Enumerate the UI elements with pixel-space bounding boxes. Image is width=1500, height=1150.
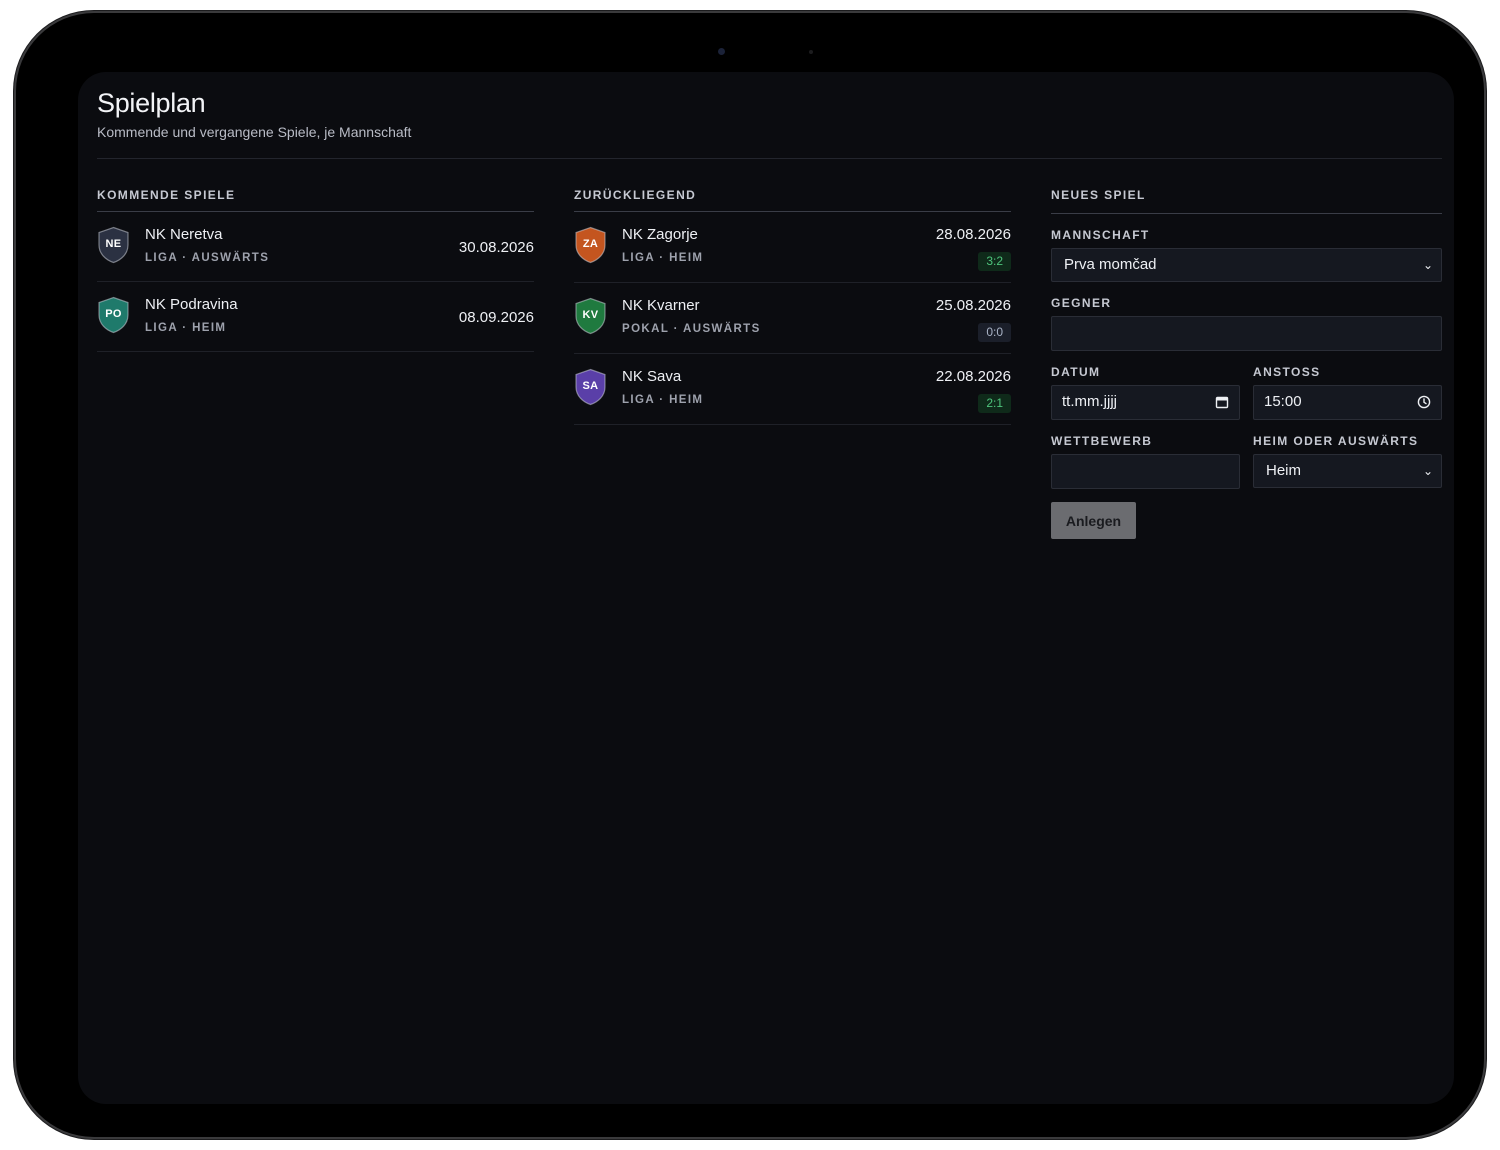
opponent-input[interactable] — [1051, 316, 1442, 351]
ambient-sensor — [809, 50, 813, 54]
crest-initials: ZA — [582, 238, 599, 250]
kickoff-label: ANSTOSS — [1253, 365, 1321, 379]
past-matches-section: ZURÜCKLIEGEND ZA NK Zagorje LIGA · HEIM 28.… — [574, 188, 1011, 425]
date-input-placeholder: tt.mm.jjjj — [1062, 393, 1117, 410]
team-crest: SA — [574, 368, 607, 406]
team-select-value: Prva momčad — [1064, 256, 1157, 273]
clock-icon[interactable] — [1417, 395, 1431, 409]
create-match-button[interactable]: Anlegen — [1051, 502, 1136, 539]
match-date: 30.08.2026 — [458, 239, 534, 256]
match-row[interactable]: KV NK Kvarner POKAL · AUSWÄRTS 25.08.2026 0:… — [574, 283, 1011, 354]
venue-label: HEIM ODER AUSWÄRTS — [1253, 434, 1419, 448]
match-date: 22.08.2026 — [935, 368, 1011, 385]
score-badge: 0:0 — [978, 323, 1011, 342]
team-crest: ZA — [574, 226, 607, 264]
past-match-list: ZA NK Zagorje LIGA · HEIM 28.08.2026 3:2 KV NK… — [574, 212, 1011, 425]
date-label: DATUM — [1051, 365, 1101, 379]
match-meta: LIGA · HEIM — [622, 252, 704, 264]
team-crest: PO — [97, 296, 130, 334]
score-badge: 2:1 — [978, 394, 1011, 413]
match-row[interactable]: SA NK Sava LIGA · HEIM 22.08.2026 2:1 — [574, 354, 1011, 425]
competition-input[interactable] — [1051, 454, 1240, 489]
match-opponent: NK Kvarner — [622, 297, 700, 314]
front-camera — [718, 48, 725, 55]
match-meta: POKAL · AUSWÄRTS — [622, 323, 761, 335]
screen: Spielplan Kommende und vergangene Spiele… — [78, 72, 1454, 1104]
venue-select-value: Heim — [1266, 462, 1302, 479]
opponent-label: GEGNER — [1051, 296, 1112, 310]
upcoming-matches-section: KOMMENDE SPIELE NE NK Neretva LIGA · AUSWÄ… — [97, 188, 534, 352]
match-row[interactable]: NE NK Neretva LIGA · AUSWÄRTS 30.08.2026 — [97, 212, 534, 282]
crest-initials: PO — [105, 308, 122, 320]
form-section-title: NEUES SPIEL — [1051, 188, 1442, 214]
chevron-down-icon: ⌄ — [1422, 258, 1433, 272]
team-select[interactable]: Prva momčad ⌄ — [1051, 248, 1442, 282]
match-row[interactable]: ZA NK Zagorje LIGA · HEIM 28.08.2026 3:2 — [574, 212, 1011, 283]
match-date: 08.09.2026 — [458, 309, 534, 326]
score-badge: 3:2 — [978, 252, 1011, 271]
chevron-down-icon: ⌄ — [1422, 464, 1433, 478]
page-subtitle: Kommende und vergangene Spiele, je Manns… — [97, 124, 412, 140]
match-opponent: NK Neretva — [145, 226, 223, 243]
match-row[interactable]: PO NK Podravina LIGA · HEIM 08.09.2026 — [97, 282, 534, 352]
upcoming-section-title: KOMMENDE SPIELE — [97, 188, 534, 212]
new-match-form: NEUES SPIEL MANNSCHAFT Prva momčad ⌄ GEG… — [1051, 188, 1442, 539]
match-meta: LIGA · HEIM — [622, 394, 704, 406]
page-title: Spielplan — [97, 88, 206, 118]
match-date: 25.08.2026 — [935, 297, 1011, 314]
competition-label: WETTBEWERB — [1051, 434, 1153, 448]
team-label: MANNSCHAFT — [1051, 228, 1150, 242]
venue-select[interactable]: Heim ⌄ — [1253, 454, 1442, 488]
header-divider — [97, 158, 1442, 159]
crest-initials: SA — [582, 380, 599, 392]
match-meta: LIGA · HEIM — [145, 322, 227, 334]
upcoming-match-list: NE NK Neretva LIGA · AUSWÄRTS 30.08.2026 PO N… — [97, 212, 534, 352]
match-meta: LIGA · AUSWÄRTS — [145, 252, 270, 264]
team-crest: KV — [574, 297, 607, 335]
match-date: 28.08.2026 — [935, 226, 1011, 243]
date-input[interactable]: tt.mm.jjjj — [1051, 385, 1240, 420]
match-opponent: NK Sava — [622, 368, 682, 385]
tablet-frame: Spielplan Kommende und vergangene Spiele… — [16, 13, 1484, 1137]
kickoff-input-value: 15:00 — [1264, 393, 1302, 410]
kickoff-input[interactable]: 15:00 — [1253, 385, 1442, 420]
crest-initials: NE — [105, 238, 122, 250]
past-section-title: ZURÜCKLIEGEND — [574, 188, 1011, 212]
crest-initials: KV — [582, 309, 599, 321]
match-opponent: NK Zagorje — [622, 226, 698, 243]
team-crest: NE — [97, 226, 130, 264]
match-opponent: NK Podravina — [145, 296, 238, 313]
calendar-icon[interactable] — [1215, 395, 1229, 409]
